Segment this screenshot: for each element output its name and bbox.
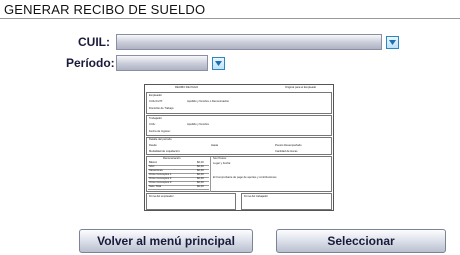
remuneracion-row-value: $0,00: [197, 185, 204, 188]
title-divider: [0, 18, 460, 19]
cuit-label: CUIL/CUIT:: [149, 100, 163, 103]
detalle-label: Detalle del período: [149, 138, 172, 141]
page-title: GENERAR RECIBO DE SUELDO: [4, 2, 206, 17]
modalidad-label: Modalidad de Liquidación:: [149, 150, 181, 153]
back-to-menu-button[interactable]: Volver al menú principal: [79, 229, 253, 253]
fecha-ingreso-label: Fecha de Ingreso:: [149, 130, 171, 133]
cuil-label: CUIL:: [78, 35, 110, 49]
empleador-label: Empleador: [149, 94, 162, 97]
desde-label: Desde: [149, 144, 157, 147]
trabajador-label: Trabajador: [149, 117, 162, 120]
periodo-select[interactable]: [116, 55, 208, 71]
remuneracion-divider: [210, 157, 211, 192]
remuneracion-label: Remuneración: [163, 157, 181, 160]
receipt-remuneracion-section: Remuneración Son Pesos: Lugar y Fecha: E…: [146, 156, 332, 192]
receipt-preview: RECIBO DE PAGO Original para el Empleado…: [144, 84, 334, 211]
chevron-down-icon: [389, 40, 396, 45]
cantidad-horas-label: Cantidad de Horas: [275, 150, 298, 153]
chevron-down-icon: [215, 61, 222, 66]
firma-trabajador-box: Firma del trabajador: [241, 193, 332, 210]
receipt-empleador-section: Empleador CUIL/CUIT: Apellido y Nombre o…: [146, 92, 332, 114]
domicilio-label: Domicilio de Trabajo:: [149, 107, 175, 110]
receipt-periodo-section: Detalle del período Desde Hasta Puesto D…: [146, 137, 332, 155]
receipt-trabajador-section: Trabajador CUIL: Apellido y Nombre Fecha…: [146, 115, 332, 136]
firma-empleador-label: Firma del empleador: [149, 195, 174, 198]
remuneracion-row-rule: [148, 189, 209, 190]
select-button[interactable]: Seleccionar: [276, 229, 446, 253]
hasta-label: Hasta: [211, 144, 219, 147]
puesto-label: Puesto Desempeñado: [275, 144, 302, 147]
receipt-title: RECIBO DE PAGO: [175, 86, 199, 89]
apellido-label: Apellido y Nombre: [187, 123, 209, 126]
receipt-copy-label: Original para el Empleado: [285, 86, 317, 89]
periodo-dropdown-button[interactable]: [212, 57, 225, 70]
cuil-dropdown-button[interactable]: [386, 36, 399, 49]
son-pesos-label: Son Pesos:: [213, 157, 227, 160]
periodo-label: Período:: [66, 56, 115, 70]
trabajador-cuil-label: CUIL:: [149, 123, 156, 126]
razon-label: Apellido y Nombre o Denominación: [187, 100, 230, 103]
lugar-fecha-label: Lugar y Fecha:: [213, 162, 231, 165]
comprobante-label: El Comprobante de pago de aportes y cont…: [213, 176, 277, 179]
firma-empleador-box: Firma del empleador: [146, 193, 236, 210]
firma-trabajador-label: Firma del trabajador: [244, 195, 269, 198]
remuneracion-row-label: Neto Total: [149, 185, 162, 188]
cuil-select[interactable]: [116, 34, 382, 50]
